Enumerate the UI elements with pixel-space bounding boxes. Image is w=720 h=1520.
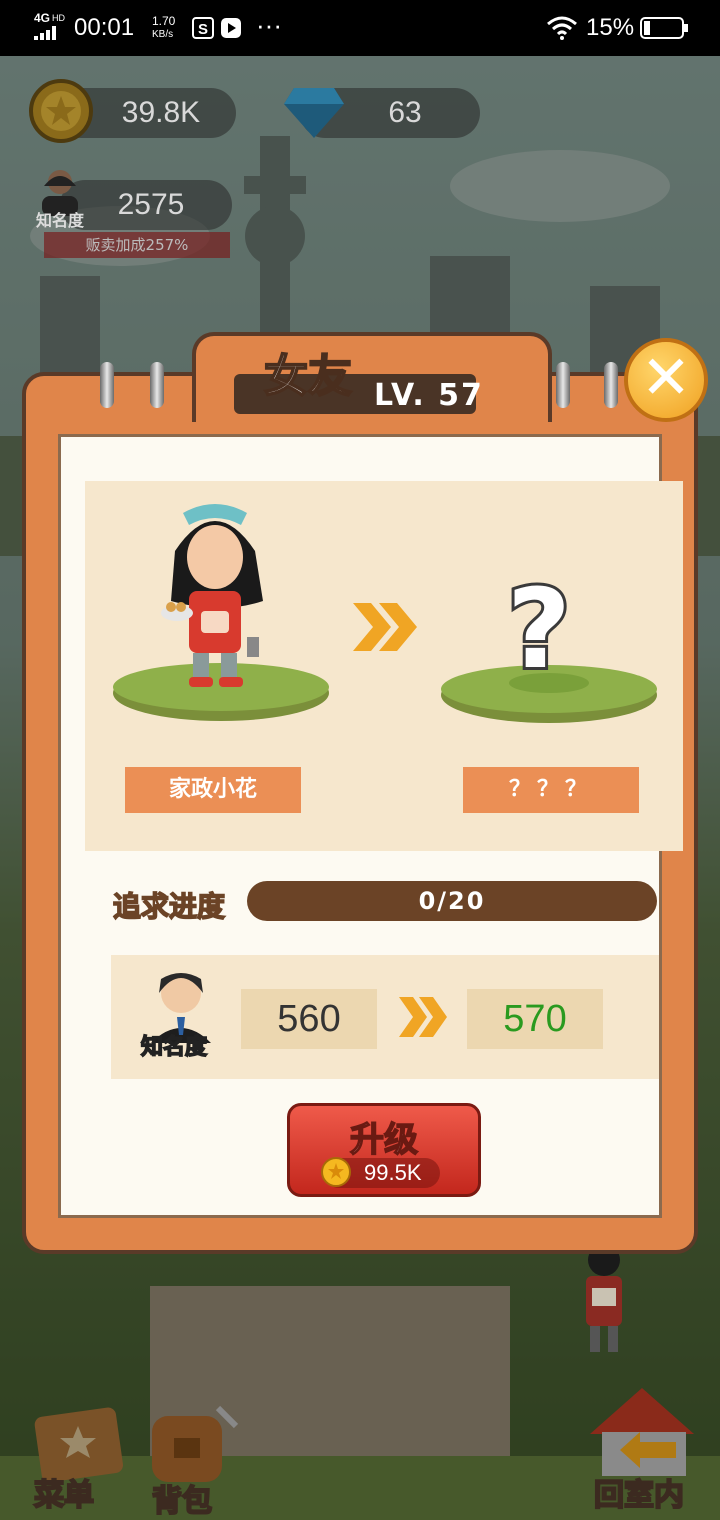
close-icon: ✕ — [640, 343, 692, 413]
sales-bonus-ribbon: 贩卖加成257% — [44, 232, 230, 258]
close-button[interactable]: ✕ — [624, 338, 708, 422]
pursuit-progress-bar: 0/20 — [247, 881, 657, 921]
network-type: 4G — [34, 11, 51, 25]
pursuit-progress-label: 追求进度 — [112, 889, 226, 924]
ring-icon — [150, 362, 164, 408]
ring-icon — [556, 362, 570, 408]
signal-icon — [34, 26, 56, 40]
next-character-name: ？？？ — [463, 767, 639, 813]
net-speed-value: 1.70 — [152, 14, 176, 28]
fame-label: 知名度 — [36, 211, 85, 230]
gem-icon — [284, 88, 344, 138]
more-dots-icon: ··· — [256, 10, 282, 40]
paper-sheet: ? 家政小花 ？？？ 追求进度 0/20 知名度 560 570 升级 99.5… — [58, 434, 683, 1218]
play-icon — [221, 18, 241, 38]
status-bar: 4G HD 00:01 1.70 KB/s S ··· 15% — [0, 0, 720, 56]
menu-button[interactable]: 菜单 — [33, 1470, 95, 1514]
background-character — [586, 1244, 622, 1352]
backpack-icon — [152, 1405, 239, 1482]
home-arrow-icon — [590, 1388, 694, 1476]
battery-icon — [640, 17, 688, 39]
ring-icon — [604, 362, 618, 408]
ring-icon — [100, 362, 114, 408]
fame-arrow-icon — [399, 997, 447, 1037]
net-speed-unit: KB/s — [152, 29, 174, 40]
girlfriend-dialog: 女友 LV. 57 ✕ ? 家政小花 ？？？ 追求进度 0/20 知名度 560… — [22, 332, 708, 1254]
character-showcase: ? 家政小花 ？？？ — [85, 481, 683, 851]
upgrade-label: 升级 — [349, 1119, 419, 1161]
upgrade-button[interactable]: 升级 99.5K — [287, 1103, 481, 1197]
battery-percent: 15% — [586, 14, 635, 41]
question-mark-icon: ? — [507, 571, 571, 693]
dialog-title: 女友 — [263, 350, 353, 403]
svg-text:S: S — [198, 21, 208, 38]
upgrade-cost: 99.5K — [364, 1160, 422, 1185]
clock: 00:01 — [74, 14, 135, 41]
current-character-portrait — [113, 504, 329, 721]
coin-icon — [321, 1157, 351, 1187]
level-label: LV. 57 — [374, 378, 484, 413]
fame-current-value: 560 — [241, 989, 377, 1049]
network-hd: HD — [52, 13, 65, 23]
next-character-unknown: ? — [441, 571, 657, 723]
evolve-arrow-icon — [353, 603, 417, 651]
bag-button[interactable]: 背包 — [151, 1476, 213, 1520]
fame-row-label: 知名度 — [140, 1034, 208, 1061]
app-s-icon: S — [192, 17, 214, 39]
fame-next-value: 570 — [467, 989, 603, 1049]
home-button[interactable]: 回室内 — [593, 1470, 685, 1514]
coin-icon — [29, 79, 93, 143]
current-character-name: 家政小花 — [125, 767, 301, 813]
fame-upgrade-row: 知名度 560 570 — [111, 955, 659, 1079]
wifi-icon — [547, 16, 577, 40]
